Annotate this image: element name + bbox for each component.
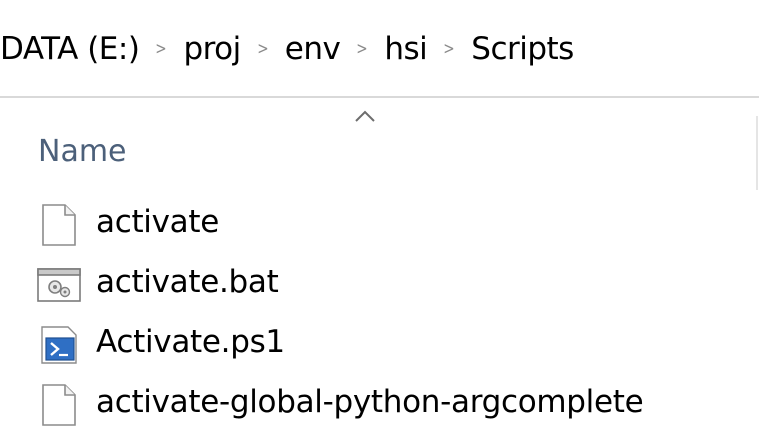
breadcrumb-item-hsi[interactable]: hsi	[384, 31, 427, 67]
file-name: activate.bat	[96, 264, 279, 300]
generic-file-icon	[42, 384, 76, 426]
breadcrumb-separator-icon[interactable]: >	[345, 39, 380, 59]
generic-file-icon	[42, 204, 76, 246]
file-list: activate activate.bat Activate.ps1 activ…	[0, 196, 759, 436]
breadcrumb-separator-icon[interactable]: >	[144, 39, 179, 59]
file-name: activate-global-python-argcomplete	[96, 384, 644, 420]
file-name: Activate.ps1	[96, 324, 285, 360]
batch-file-icon	[37, 268, 81, 302]
column-header-row: Name	[0, 100, 759, 190]
powershell-script-icon	[41, 326, 77, 364]
address-bar[interactable]: DATA (E:) > proj > env > hsi > Scripts	[0, 0, 759, 98]
file-row[interactable]: Activate.ps1	[0, 316, 759, 376]
sort-ascending-icon	[355, 110, 375, 122]
column-divider[interactable]	[756, 116, 758, 190]
breadcrumb: DATA (E:) > proj > env > hsi > Scripts	[0, 24, 574, 74]
breadcrumb-separator-icon[interactable]: >	[245, 39, 280, 59]
breadcrumb-item-data-drive[interactable]: DATA (E:)	[0, 31, 140, 67]
file-row[interactable]: activate-global-python-argcomplete	[0, 376, 759, 436]
breadcrumb-separator-icon[interactable]: >	[432, 39, 467, 59]
breadcrumb-item-env[interactable]: env	[285, 31, 341, 67]
breadcrumb-item-scripts[interactable]: Scripts	[471, 31, 574, 67]
file-row[interactable]: activate	[0, 196, 759, 256]
file-row[interactable]: activate.bat	[0, 256, 759, 316]
file-name: activate	[96, 204, 219, 240]
column-header-name[interactable]: Name	[38, 134, 127, 169]
breadcrumb-item-proj[interactable]: proj	[183, 31, 241, 67]
